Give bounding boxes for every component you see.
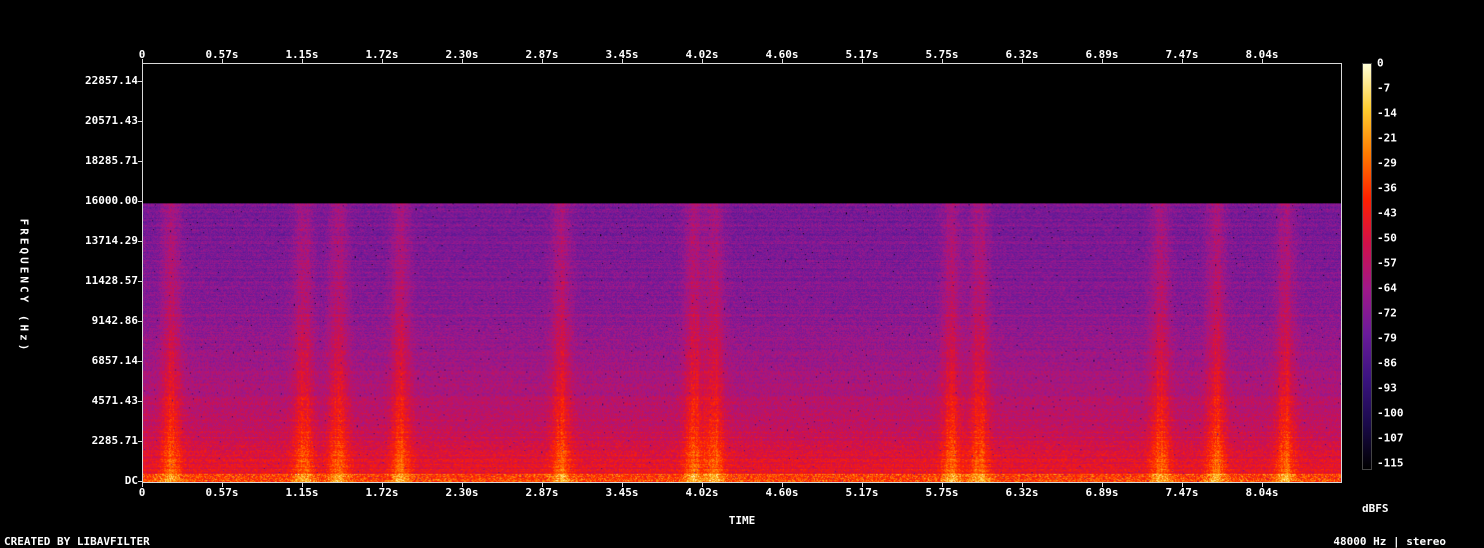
colorbar-tick-label: -36 <box>1377 181 1397 195</box>
x-tick-label: 2.87s <box>525 486 559 499</box>
y-tick-mark <box>138 481 142 482</box>
x-tick-mark <box>1182 483 1183 487</box>
colorbar-tick-label: -57 <box>1377 256 1397 270</box>
x-tick-mark <box>782 59 783 63</box>
footer-credit: CREATED BY LIBAVFILTER <box>4 535 150 548</box>
x-tick-label: 7.47s <box>1165 486 1199 499</box>
y-tick-mark <box>138 121 142 122</box>
y-tick-mark <box>138 321 142 322</box>
x-tick-mark <box>862 483 863 487</box>
y-tick-mark <box>138 361 142 362</box>
x-tick-mark <box>782 483 783 487</box>
colorbar-tick-label: -64 <box>1377 281 1397 295</box>
colorbar-tick-label: -79 <box>1377 331 1397 345</box>
colorbar-tick-label: -107 <box>1377 431 1404 445</box>
x-tick-mark <box>622 59 623 63</box>
x-tick-mark <box>942 483 943 487</box>
x-tick-mark <box>702 483 703 487</box>
x-tick-mark <box>222 483 223 487</box>
colorbar-tick-label: -29 <box>1377 156 1397 170</box>
x-tick-label: 1.15s <box>285 486 319 499</box>
x-tick-mark <box>382 59 383 63</box>
x-tick-label: 2.30s <box>445 486 479 499</box>
colorbar-tick-label: -115 <box>1377 456 1404 470</box>
y-tick-label: 9142.86 <box>91 314 138 327</box>
x-tick-mark <box>942 59 943 63</box>
colorbar-tick-label: -21 <box>1377 131 1397 145</box>
x-tick-mark <box>702 59 703 63</box>
x-tick-mark <box>1022 483 1023 487</box>
x-tick-mark <box>1182 59 1183 63</box>
y-tick-mark <box>138 201 142 202</box>
x-tick-mark <box>542 59 543 63</box>
x-tick-label: 6.32s <box>1005 486 1039 499</box>
colorbar-tick-label: -100 <box>1377 406 1404 420</box>
x-tick-label: 4.02s <box>685 486 719 499</box>
x-tick-mark <box>142 483 143 487</box>
colorbar-tick-label: -14 <box>1377 106 1397 120</box>
x-tick-mark <box>1262 59 1263 63</box>
y-tick-label: 2285.71 <box>91 434 138 447</box>
x-tick-mark <box>222 59 223 63</box>
y-tick-mark <box>138 241 142 242</box>
y-tick-label: 6857.14 <box>91 354 138 367</box>
y-tick-label: 13714.29 <box>85 234 138 247</box>
x-tick-mark <box>622 483 623 487</box>
x-axis-label: TIME <box>728 514 756 527</box>
y-tick-label: DC <box>124 474 138 487</box>
y-tick-label: 11428.57 <box>85 274 138 287</box>
y-tick-mark <box>138 281 142 282</box>
footer-sample-info: 48000 Hz | stereo <box>1333 535 1446 548</box>
y-tick-mark <box>138 161 142 162</box>
x-tick-mark <box>142 59 143 63</box>
x-tick-mark <box>302 59 303 63</box>
x-tick-label: 0.57s <box>205 486 239 499</box>
colorbar-tick-label: -50 <box>1377 231 1397 245</box>
x-tick-label: 0 <box>138 486 146 499</box>
colorbar-tick-label: -86 <box>1377 356 1397 370</box>
y-tick-label: 16000.00 <box>85 194 138 207</box>
x-tick-mark <box>382 483 383 487</box>
x-tick-mark <box>1262 483 1263 487</box>
y-axis-label: FREQUENCY (Hz) <box>17 218 31 354</box>
x-tick-mark <box>862 59 863 63</box>
x-tick-mark <box>1102 483 1103 487</box>
x-tick-label: 4.60s <box>765 486 799 499</box>
colorbar-tick-label: 0 <box>1377 56 1384 70</box>
colorbar-tick-label: -72 <box>1377 306 1397 320</box>
y-tick-label: 4571.43 <box>91 394 138 407</box>
colorbar-tick-label: -43 <box>1377 206 1397 220</box>
x-tick-label: 1.72s <box>365 486 399 499</box>
colorbar-unit-label: dBFS <box>1362 502 1389 515</box>
y-tick-mark <box>138 401 142 402</box>
colorbar-tick-label: -93 <box>1377 381 1397 395</box>
colorbar <box>1362 63 1372 470</box>
x-tick-mark <box>1102 59 1103 63</box>
y-tick-mark <box>138 81 142 82</box>
x-tick-label: 3.45s <box>605 486 639 499</box>
x-tick-mark <box>302 483 303 487</box>
y-tick-mark <box>138 441 142 442</box>
x-tick-mark <box>1022 59 1023 63</box>
x-tick-mark <box>462 59 463 63</box>
spectrogram-plot-area <box>142 63 1342 483</box>
x-tick-label: 5.75s <box>925 486 959 499</box>
y-tick-label: 18285.71 <box>85 154 138 167</box>
x-tick-label: 6.89s <box>1085 486 1119 499</box>
x-tick-mark <box>542 483 543 487</box>
x-tick-label: 5.17s <box>845 486 879 499</box>
y-tick-label: 20571.43 <box>85 114 138 127</box>
x-tick-mark <box>462 483 463 487</box>
y-tick-label: 22857.14 <box>85 74 138 87</box>
x-tick-label: 8.04s <box>1245 486 1279 499</box>
spectrogram-heatmap <box>143 64 1341 482</box>
colorbar-tick-label: -7 <box>1377 81 1391 95</box>
